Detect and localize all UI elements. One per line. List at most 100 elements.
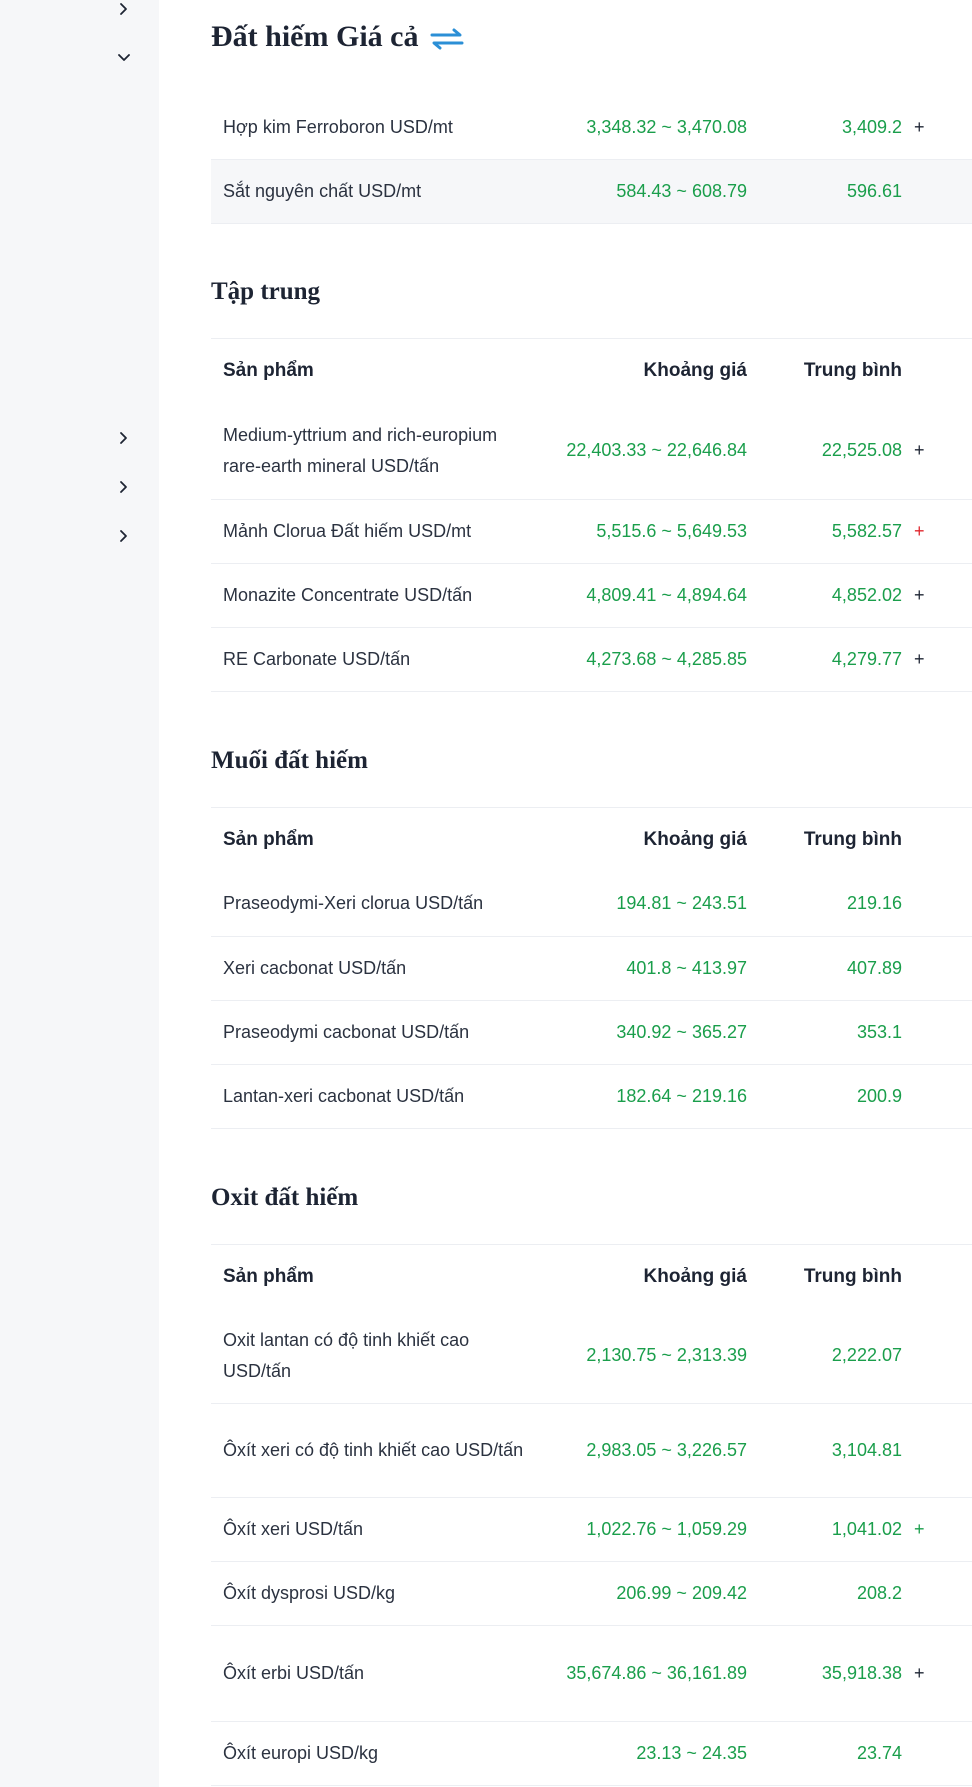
table-row[interactable]: Ôxít xeri có độ tinh khiết cao USD/tấn 2… [211,1403,972,1497]
price-range: 584.43 ~ 608.79 [616,180,747,201]
page-title-text: Đất hiếm Giá cả [211,20,419,53]
price-range: 35,674.86 ~ 36,161.89 [566,1662,747,1683]
chevron-right-icon[interactable] [117,431,131,445]
table-row[interactable]: RE Carbonate USD/tấn 4,273.68 ~ 4,285.85… [211,627,972,691]
column-header-average: Trung bình [803,829,902,850]
product-name: Monazite Concentrate USD/tấn [223,584,473,605]
oxides-price-table: Sản phẩm Khoảng giá Trung bình Oxit lant… [211,1244,972,1786]
column-header-product: Sản phẩm [223,360,314,381]
price-range: 4,809.41 ~ 4,894.64 [586,584,747,605]
column-header-average: Trung bình [803,1266,902,1287]
price-range: 194.81 ~ 243.51 [616,893,747,914]
section-title-salts: Muối đất hiếm [211,747,368,774]
price-range: 2,130.75 ~ 2,313.39 [586,1345,747,1366]
price-average: 353.1 [856,1021,902,1042]
table-row[interactable]: Hợp kim Ferroboron USD/mt 3,348.32 ~ 3,4… [211,96,972,159]
sidebar [0,0,159,1787]
product-name: Medium-yttrium and rich-europium rare-ea… [223,424,498,476]
product-name: Hợp kim Ferroboron USD/mt [223,116,453,137]
column-header-range: Khoảng giá [643,829,747,850]
price-change [902,872,972,936]
price-change: + [914,584,925,605]
table-row[interactable]: Monazite Concentrate USD/tấn 4,809.41 ~ … [211,563,972,627]
product-name: Ôxít europi USD/kg [223,1742,379,1763]
product-name: Ôxít dysprosi USD/kg [223,1582,396,1603]
chevron-right-icon[interactable] [117,2,131,16]
table-row[interactable]: Oxit lantan có độ tinh khiết cao USD/tấn… [211,1309,972,1403]
price-average: 2,222.07 [831,1345,902,1366]
price-range: 340.92 ~ 365.27 [616,1021,747,1042]
price-change [902,159,972,223]
table-row[interactable]: Ôxít europi USD/kg 23.13 ~ 24.35 23.74 [211,1721,972,1785]
price-change: + [914,520,925,541]
section-title-concentrate: Tập trung [211,278,321,305]
chevron-right-icon[interactable] [117,529,131,543]
price-change [902,1064,972,1128]
product-name: Oxit lantan có độ tinh khiết cao USD/tấn [223,1329,470,1381]
table-row[interactable]: Ôxít erbi USD/tấn 35,674.86 ~ 36,161.89 … [211,1625,972,1721]
product-name: Lantan-xeri cacbonat USD/tấn [223,1085,465,1106]
price-change: + [914,440,925,461]
table-row[interactable]: Lantan-xeri cacbonat USD/tấn 182.64 ~ 21… [211,1064,972,1128]
price-range: 182.64 ~ 219.16 [616,1085,747,1106]
column-header-range: Khoảng giá [643,1266,747,1287]
price-average: 23.74 [856,1742,902,1763]
price-average: 407.89 [846,957,902,978]
table-row[interactable]: Medium-yttrium and rich-europium rare-ea… [211,403,972,499]
price-change: + [914,648,925,669]
table-row[interactable]: Mảnh Clorua Đất hiếm USD/mt 5,515.6 ~ 5,… [211,499,972,563]
price-range: 3,348.32 ~ 3,470.08 [586,116,747,137]
table-row[interactable]: Xeri cacbonat USD/tấn 401.8 ~ 413.97 407… [211,936,972,1000]
price-range: 4,273.68 ~ 4,285.85 [586,648,747,669]
table-row[interactable]: Praseodymi cacbonat USD/tấn 340.92 ~ 365… [211,1000,972,1064]
column-header-change [902,808,972,873]
column-header-product: Sản phẩm [223,829,314,850]
concentrate-price-table: Sản phẩm Khoảng giá Trung bình Medium-yt… [211,338,972,692]
table-row[interactable]: Sắt nguyên chất USD/mt 584.43 ~ 608.79 5… [211,159,972,223]
price-range: 206.99 ~ 209.42 [616,1582,747,1603]
product-name: Praseodymi-Xeri clorua USD/tấn [223,893,484,914]
price-range: 5,515.6 ~ 5,649.53 [596,520,747,541]
price-change: + [914,1662,925,1683]
alloy-price-table: Hợp kim Ferroboron USD/mt 3,348.32 ~ 3,4… [211,96,972,224]
product-name: Ôxít erbi USD/tấn [223,1662,365,1683]
price-change [902,1000,972,1064]
table-row[interactable]: Praseodymi-Xeri clorua USD/tấn 194.81 ~ … [211,872,972,936]
column-header-range: Khoảng giá [643,360,747,381]
salts-price-table: Sản phẩm Khoảng giá Trung bình Praseodym… [211,807,972,1129]
section-title-oxides: Oxit đất hiếm [211,1184,359,1211]
price-range: 22,403.33 ~ 22,646.84 [566,440,747,461]
price-change [902,1721,972,1785]
product-name: Xeri cacbonat USD/tấn [223,957,407,978]
price-average: 4,279.77 [831,648,902,669]
price-change [902,1309,972,1403]
product-name: Ôxít xeri USD/tấn [223,1518,364,1539]
price-average: 208.2 [856,1582,902,1603]
price-change: + [914,1518,925,1539]
price-average: 219.16 [846,893,902,914]
price-average: 22,525.08 [821,440,902,461]
product-name: RE Carbonate USD/tấn [223,648,411,669]
swap-currency-icon[interactable] [430,25,464,50]
price-average: 1,041.02 [831,1518,902,1539]
price-average: 5,582.57 [831,520,902,541]
column-header-product: Sản phẩm [223,1266,314,1287]
product-name: Ôxít xeri có độ tinh khiết cao USD/tấn [223,1439,524,1460]
price-average: 4,852.02 [831,584,902,605]
table-row[interactable]: Ôxít dysprosi USD/kg 206.99 ~ 209.42 208… [211,1561,972,1625]
product-name: Praseodymi cacbonat USD/tấn [223,1021,470,1042]
price-range: 2,983.05 ~ 3,226.57 [586,1439,747,1460]
chevron-down-icon[interactable] [117,51,131,65]
table-header-row: Sản phẩm Khoảng giá Trung bình [211,1244,972,1310]
table-row[interactable]: Ôxít xeri USD/tấn 1,022.76 ~ 1,059.29 1,… [211,1497,972,1561]
price-range: 23.13 ~ 24.35 [636,1742,747,1763]
chevron-right-icon[interactable] [117,480,131,494]
price-range: 401.8 ~ 413.97 [626,957,747,978]
price-average: 3,409.2 [841,116,902,137]
product-name: Sắt nguyên chất USD/mt [223,180,422,201]
price-change [902,1561,972,1625]
price-average: 596.61 [846,180,902,201]
price-change: + [914,116,925,137]
column-header-change [902,1245,972,1310]
price-range: 1,022.76 ~ 1,059.29 [586,1518,747,1539]
